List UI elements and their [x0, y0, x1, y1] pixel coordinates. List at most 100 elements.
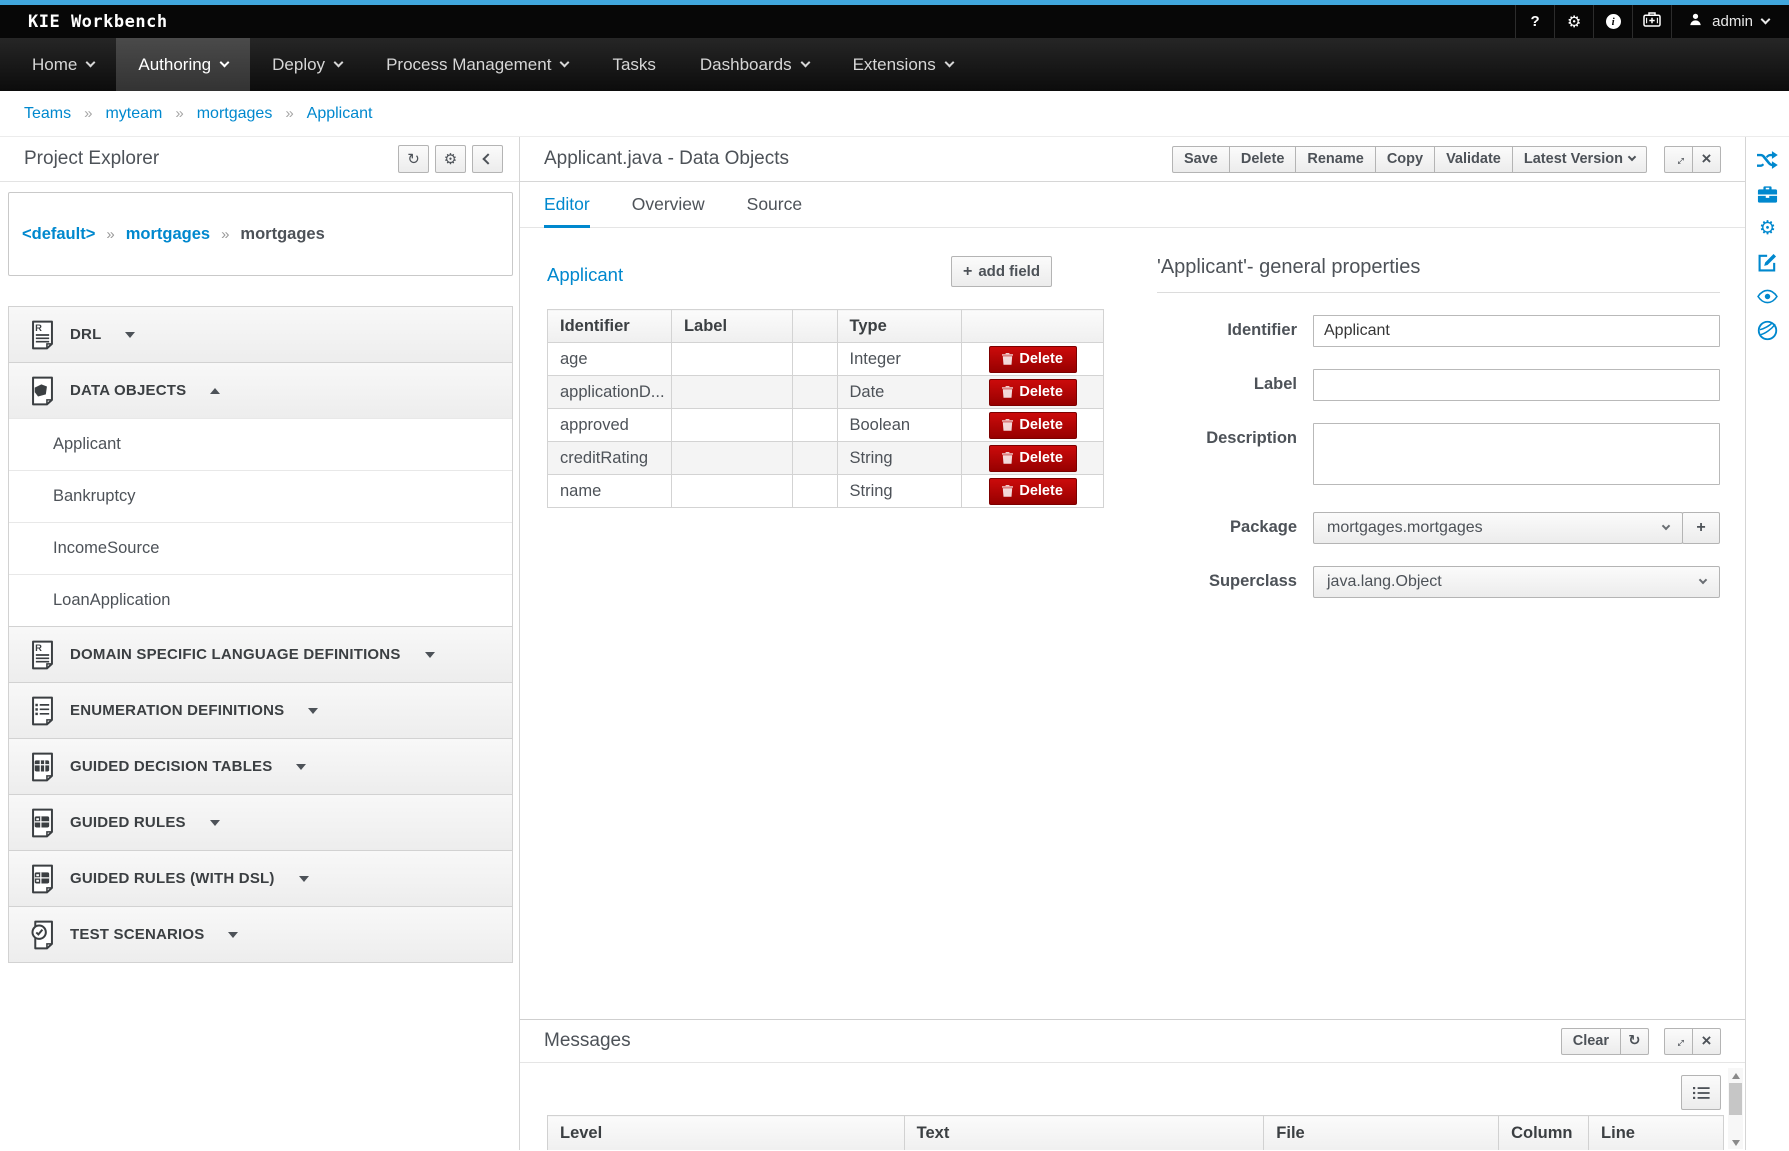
label-field[interactable]: [1313, 369, 1720, 401]
add-package-button[interactable]: +: [1682, 512, 1720, 544]
copy-button[interactable]: Copy: [1375, 146, 1435, 173]
section-header-guided-rules-dsl[interactable]: GUIDED RULES (WITH DSL): [9, 851, 512, 906]
delete-field-button[interactable]: Delete: [989, 478, 1077, 505]
section-header-dsl[interactable]: R DOMAIN SPECIFIC LANGUAGE DEFINITIONS: [9, 627, 512, 682]
list-view-button[interactable]: [1681, 1075, 1721, 1110]
messages-actions: Clear ↻ ↔ ×: [1561, 1028, 1721, 1055]
table-row[interactable]: age Integer Delete: [548, 343, 1104, 376]
masthead: KIE Workbench ? ⚙ i admin: [0, 5, 1789, 38]
add-field-button[interactable]: + add field: [951, 256, 1052, 287]
scrollbar-thumb[interactable]: [1729, 1083, 1742, 1115]
table-row[interactable]: name String Delete: [548, 475, 1104, 508]
delete-field-button[interactable]: Delete: [989, 445, 1077, 472]
section-header-guided-decision-tables[interactable]: GUIDED DECISION TABLES: [9, 739, 512, 794]
close-messages-button[interactable]: ×: [1692, 1028, 1721, 1055]
tab-overview[interactable]: Overview: [632, 182, 705, 227]
explorer-settings-button[interactable]: ⚙: [435, 145, 466, 173]
nav-item-authoring[interactable]: Authoring: [116, 38, 250, 91]
col-type: Type: [837, 310, 962, 343]
gear-icon[interactable]: ⚙: [1757, 218, 1778, 239]
nav-item-process-management[interactable]: Process Management: [364, 38, 590, 91]
shuffle-icon[interactable]: [1757, 150, 1778, 171]
editor-body: Applicant + add field Identifier Label: [520, 228, 1745, 1019]
chevron-down-icon: [1699, 576, 1707, 584]
table-row[interactable]: applicationD... Date Delete: [548, 376, 1104, 409]
description-field[interactable]: [1313, 423, 1720, 485]
section-header-test-scenarios[interactable]: TEST SCENARIOS: [9, 907, 512, 962]
briefcase-icon[interactable]: [1757, 184, 1778, 205]
section-header-guided-rules[interactable]: GUIDED RULES: [9, 795, 512, 850]
nav-item-deploy[interactable]: Deploy: [250, 38, 364, 91]
messages-panel: Messages Clear ↻ ↔ ×: [520, 1019, 1745, 1150]
tab-editor[interactable]: Editor: [544, 182, 590, 227]
chevron-down-icon: [800, 58, 810, 68]
nav-item-home[interactable]: Home: [10, 38, 116, 91]
identifier-label: Identifier: [1157, 315, 1297, 347]
project-path-box: <default> » mortgages » mortgages: [8, 192, 513, 276]
clear-messages-button[interactable]: Clear: [1561, 1028, 1621, 1055]
delete-button[interactable]: Delete: [1229, 146, 1297, 173]
tab-source[interactable]: Source: [747, 182, 802, 227]
expand-messages-button[interactable]: ↔: [1664, 1028, 1693, 1055]
section-header-enumerations[interactable]: ENUMERATION DEFINITIONS: [9, 683, 512, 738]
package-label: mortgages: [240, 225, 324, 244]
refresh-button[interactable]: ↻: [398, 145, 429, 173]
chevron-down-icon: [220, 58, 230, 68]
masthead-actions: ? ⚙ i admin: [1515, 5, 1789, 38]
collapse-panel-button[interactable]: [472, 145, 503, 173]
section-header-drl[interactable]: R DRL: [9, 307, 512, 362]
capture-button[interactable]: [1632, 5, 1671, 38]
delete-field-button[interactable]: Delete: [989, 379, 1077, 406]
about-button[interactable]: i: [1593, 5, 1632, 38]
settings-button[interactable]: ⚙: [1554, 5, 1593, 38]
nav-item-dashboards[interactable]: Dashboards: [678, 38, 831, 91]
refresh-messages-button[interactable]: ↻: [1620, 1028, 1649, 1055]
table-row[interactable]: approved Boolean Delete: [548, 409, 1104, 442]
expand-icon: ↔: [1668, 1030, 1689, 1051]
repo-link[interactable]: <default>: [22, 225, 95, 244]
sphere-icon[interactable]: [1757, 320, 1778, 341]
user-menu[interactable]: admin: [1671, 5, 1789, 38]
nav-item-extensions[interactable]: Extensions: [831, 38, 975, 91]
vertical-scrollbar[interactable]: [1728, 1068, 1743, 1149]
drl-document-icon: R: [30, 320, 55, 350]
list-item-applicant[interactable]: Applicant: [9, 418, 512, 470]
section-header-data-objects[interactable]: DATA OBJECTS: [9, 363, 512, 418]
breadcrumb-applicant[interactable]: Applicant: [307, 105, 373, 123]
section-drl: R DRL: [9, 307, 512, 363]
list-item-loanapplication[interactable]: LoanApplication: [9, 574, 512, 626]
list-icon: [1693, 1086, 1710, 1100]
close-panel-button[interactable]: ×: [1692, 146, 1721, 173]
rename-button[interactable]: Rename: [1295, 146, 1375, 173]
breadcrumb-myteam[interactable]: myteam: [105, 105, 162, 123]
table-row[interactable]: creditRating String Delete: [548, 442, 1104, 475]
delete-field-button[interactable]: Delete: [989, 412, 1077, 439]
col-file: File: [1264, 1116, 1499, 1151]
superclass-select[interactable]: java.lang.Object: [1313, 566, 1720, 598]
trash-icon: [1002, 386, 1013, 398]
package-select[interactable]: mortgages.mortgages: [1313, 512, 1683, 544]
scroll-down-arrow[interactable]: [1732, 1140, 1740, 1146]
data-objects-list: Applicant Bankruptcy IncomeSource LoanAp…: [9, 418, 512, 626]
save-button[interactable]: Save: [1172, 146, 1230, 173]
project-explorer-panel: Project Explorer ↻ ⚙ <default> » mortgag…: [0, 137, 520, 1150]
breadcrumb-teams[interactable]: Teams: [24, 105, 71, 123]
data-object-link[interactable]: Applicant: [547, 264, 623, 286]
help-button[interactable]: ?: [1515, 5, 1554, 38]
validate-button[interactable]: Validate: [1434, 146, 1513, 173]
identifier-field[interactable]: [1313, 315, 1720, 347]
project-link[interactable]: mortgages: [126, 225, 210, 244]
scroll-up-arrow[interactable]: [1732, 1073, 1740, 1079]
version-dropdown-button[interactable]: Latest Version: [1512, 146, 1647, 173]
list-item-incomesource[interactable]: IncomeSource: [9, 522, 512, 574]
edit-icon[interactable]: [1757, 252, 1778, 273]
project-explorer-header: Project Explorer ↻ ⚙: [0, 137, 519, 182]
delete-field-button[interactable]: Delete: [989, 346, 1077, 373]
breadcrumb-mortgages[interactable]: mortgages: [197, 105, 273, 123]
list-item-bankruptcy[interactable]: Bankruptcy: [9, 470, 512, 522]
nav-item-tasks[interactable]: Tasks: [590, 38, 677, 91]
editor-toolbar: Save Delete Rename Copy Validate Latest …: [1172, 146, 1721, 173]
expand-panel-button[interactable]: ↔: [1664, 146, 1693, 173]
trash-icon: [1002, 353, 1013, 365]
eye-icon[interactable]: [1757, 286, 1778, 307]
